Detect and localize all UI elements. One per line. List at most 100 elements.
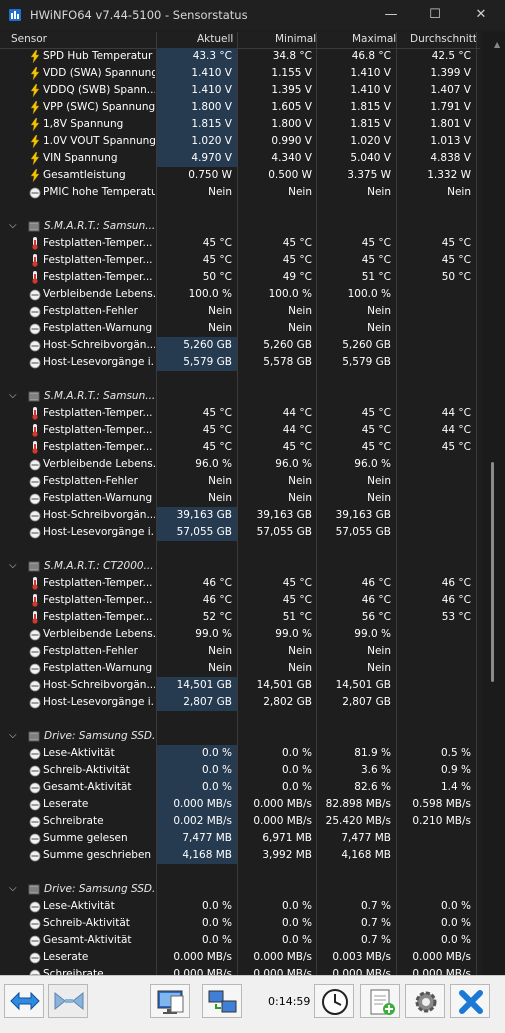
- gauge-icon: [29, 798, 41, 811]
- sensor-group-header[interactable]: ⌵ Drive: Samsung SSD...: [0, 881, 480, 898]
- min-value: 14,501 GB: [256, 679, 312, 691]
- minimize-button[interactable]: —: [370, 0, 412, 30]
- maximize-button[interactable]: ☐: [414, 0, 456, 30]
- sensor-row[interactable]: Host-Schreibvorgän... 14,501 GB 14,501 GB 1…: [0, 677, 480, 694]
- sensor-row[interactable]: SPD Hub Temperatur 43.3 °C 34.8 °C 46.8 °C 4…: [0, 48, 480, 65]
- min-value: 0.000 MB/s: [253, 798, 312, 810]
- sensor-row[interactable]: Festplatten-Warnung Nein Nein Nein: [0, 490, 480, 507]
- chevron-down-icon[interactable]: ⌵: [9, 220, 17, 231]
- thermometer-icon: [29, 577, 41, 590]
- sensor-group-header[interactable]: ⌵ S.M.A.R.T.: Samsun...: [0, 218, 480, 235]
- close-button[interactable]: [450, 984, 490, 1018]
- sensor-row[interactable]: Schreibrate 0.000 MB/s 0.000 MB/s 0.000 MB/…: [0, 966, 480, 975]
- sensor-row[interactable]: Gesamt-Aktivität 0.0 % 0.0 % 82.6 % 1.4 %: [0, 779, 480, 796]
- sensor-row[interactable]: Verbleibende Lebens... 100.0 % 100.0 % 100.…: [0, 286, 480, 303]
- chevron-down-icon[interactable]: ⌵: [9, 390, 17, 401]
- sensor-row[interactable]: Gesamt-Aktivität 0.0 % 0.0 % 0.7 % 0.0 %: [0, 932, 480, 949]
- max-value: Nein: [367, 645, 391, 657]
- sensor-row[interactable]: Verbleibende Lebens... 96.0 % 96.0 % 96.0 %: [0, 456, 480, 473]
- chevron-down-icon[interactable]: ⌵: [9, 730, 17, 741]
- sensor-row[interactable]: VDDQ (SWB) Spann... 1.410 V 1.395 V 1.410 V…: [0, 82, 480, 99]
- network-button[interactable]: [202, 984, 242, 1018]
- sensor-row[interactable]: Summe gelesen 7,477 MB 6,971 MB 7,477 MB: [0, 830, 480, 847]
- expand-collapse-button[interactable]: [4, 984, 44, 1018]
- sensor-row[interactable]: Festplatten-Temper... 45 °C 45 °C 45 °C 45 °…: [0, 235, 480, 252]
- sensor-row[interactable]: Festplatten-Temper... 45 °C 45 °C 45 °C 45 °…: [0, 252, 480, 269]
- sensor-row[interactable]: VPP (SWC) Spannung 1.800 V 1.605 V 1.815 V 1…: [0, 99, 480, 116]
- current-value: 43.3 °C: [192, 50, 232, 62]
- header-sensor[interactable]: Sensor: [11, 33, 47, 45]
- sensor-row[interactable]: Host-Lesevorgänge i... 57,055 GB 57,055 GB…: [0, 524, 480, 541]
- sensor-row[interactable]: Host-Lesevorgänge i... 2,807 GB 2,802 GB 2,…: [0, 694, 480, 711]
- sensor-row[interactable]: Gesamtleistung 0.750 W 0.500 W 3.375 W 1.332…: [0, 167, 480, 184]
- current-value: Nein: [208, 662, 232, 674]
- sensor-group-label: S.M.A.R.T.: Samsun...: [44, 390, 156, 402]
- header-min[interactable]: Minimal: [275, 33, 316, 45]
- sensor-row[interactable]: Festplatten-Warnung Nein Nein Nein: [0, 660, 480, 677]
- min-value: Nein: [288, 305, 312, 317]
- timer-button[interactable]: [314, 984, 354, 1018]
- sensor-row[interactable]: Festplatten-Temper... 50 °C 49 °C 51 °C 50 °…: [0, 269, 480, 286]
- current-value: 4,168 MB: [182, 849, 232, 861]
- report-button[interactable]: [150, 984, 190, 1018]
- sensor-row[interactable]: Lese-Aktivität 0.0 % 0.0 % 0.7 % 0.0 %: [0, 898, 480, 915]
- gauge-icon: [29, 662, 41, 675]
- sensor-row[interactable]: Festplatten-Fehler Nein Nein Nein: [0, 643, 480, 660]
- current-value: 0.000 MB/s: [173, 798, 232, 810]
- sensor-row[interactable]: Host-Schreibvorgän... 5,260 GB 5,260 GB 5,2…: [0, 337, 480, 354]
- sensor-row[interactable]: PMIC hohe Temperatur Nein Nein Nein Nein: [0, 184, 480, 201]
- sensor-group-header[interactable]: ⌵ Drive: Samsung SSD...: [0, 728, 480, 745]
- sensor-row[interactable]: Lese-Aktivität 0.0 % 0.0 % 81.9 % 0.5 %: [0, 745, 480, 762]
- settings-button[interactable]: [405, 984, 445, 1018]
- sensor-row[interactable]: Host-Lesevorgänge i... 5,579 GB 5,578 GB 5,…: [0, 354, 480, 371]
- sensor-group-header[interactable]: ⌵ S.M.A.R.T.: Samsun...: [0, 388, 480, 405]
- gauge-icon: [29, 509, 41, 522]
- min-value: 0.000 MB/s: [253, 968, 312, 975]
- sensor-row[interactable]: Summe geschrieben 4,168 MB 3,992 MB 4,168 M…: [0, 847, 480, 864]
- sensor-row[interactable]: Leserate 0.000 MB/s 0.000 MB/s 82.898 MB/s 0…: [0, 796, 480, 813]
- sensor-row[interactable]: Festplatten-Temper... 52 °C 51 °C 56 °C 53 °…: [0, 609, 480, 626]
- sensor-row[interactable]: VIN Spannung 4.970 V 4.340 V 5.040 V 4.838 V: [0, 150, 480, 167]
- sensor-row[interactable]: Festplatten-Temper... 45 °C 44 °C 45 °C 44 °…: [0, 422, 480, 439]
- current-value: 0.0 %: [201, 900, 232, 912]
- chevron-down-icon[interactable]: ⌵: [9, 883, 17, 894]
- sensor-row[interactable]: Festplatten-Temper... 45 °C 45 °C 45 °C 45 °…: [0, 439, 480, 456]
- sensor-row[interactable]: Festplatten-Fehler Nein Nein Nein: [0, 303, 480, 320]
- sensor-row[interactable]: Festplatten-Temper... 46 °C 45 °C 46 °C 46 °…: [0, 575, 480, 592]
- sensor-row[interactable]: Verbleibende Lebens... 99.0 % 99.0 % 99.0 %: [0, 626, 480, 643]
- current-value: 1.815 V: [191, 118, 232, 130]
- gauge-icon: [29, 526, 41, 539]
- sensor-label: Summe geschrieben: [43, 849, 152, 861]
- sensor-row[interactable]: Schreib-Aktivität 0.0 % 0.0 % 0.7 % 0.0 %: [0, 915, 480, 932]
- sensor-row[interactable]: Host-Schreibvorgän... 39,163 GB 39,163 GB 3…: [0, 507, 480, 524]
- sensor-row[interactable]: Festplatten-Temper... 45 °C 44 °C 45 °C 44 °…: [0, 405, 480, 422]
- gauge-icon: [29, 356, 41, 369]
- sensor-group-header[interactable]: ⌵ S.M.A.R.T.: CT2000...: [0, 558, 480, 575]
- gauge-icon: [29, 628, 41, 641]
- sensor-row[interactable]: Festplatten-Fehler Nein Nein Nein: [0, 473, 480, 490]
- sensor-row[interactable]: 1,8V Spannung 1.815 V 1.800 V 1.815 V 1.801 …: [0, 116, 480, 133]
- collapse-button[interactable]: [48, 984, 88, 1018]
- chevron-down-icon[interactable]: ⌵: [9, 560, 17, 571]
- header-current[interactable]: Aktuell: [197, 33, 233, 45]
- sensor-row[interactable]: VDD (SWA) Spannung 1.410 V 1.155 V 1.410 V 1…: [0, 65, 480, 82]
- min-value: 44 °C: [282, 407, 312, 419]
- header-max[interactable]: Maximal: [352, 33, 396, 45]
- current-value: 1.020 V: [191, 135, 232, 147]
- add-log-button[interactable]: [360, 984, 400, 1018]
- sensor-row[interactable]: Schreibrate 0.002 MB/s 0.000 MB/s 25.420 MB…: [0, 813, 480, 830]
- sensor-row[interactable]: Leserate 0.000 MB/s 0.000 MB/s 0.003 MB/s 0.…: [0, 949, 480, 966]
- min-value: 1.800 V: [271, 118, 312, 130]
- sensor-label: Festplatten-Temper...: [43, 237, 153, 249]
- sensor-row[interactable]: 1.0V VOUT Spannung 1.020 V 0.990 V 1.020 V 1…: [0, 133, 480, 150]
- scrollbar-thumb[interactable]: [491, 462, 494, 682]
- header-avg[interactable]: Durchschnitt: [410, 33, 477, 45]
- min-value: 96.0 %: [275, 458, 312, 470]
- current-value: 100.0 %: [188, 288, 232, 300]
- scroll-up-arrow[interactable]: ▲: [494, 40, 500, 49]
- close-window-button[interactable]: ✕: [460, 0, 502, 30]
- sensor-row[interactable]: Festplatten-Temper... 46 °C 45 °C 46 °C 46 °…: [0, 592, 480, 609]
- sensor-row[interactable]: Schreib-Aktivität 0.0 % 0.0 % 3.6 % 0.9 %: [0, 762, 480, 779]
- sensor-row[interactable]: Festplatten-Warnung Nein Nein Nein: [0, 320, 480, 337]
- min-value: Nein: [288, 186, 312, 198]
